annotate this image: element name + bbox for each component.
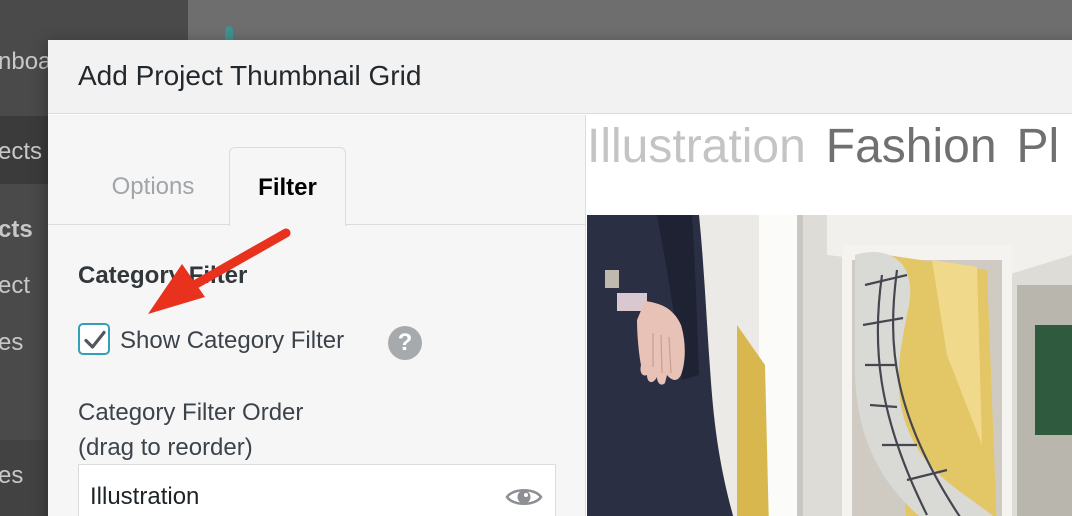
show-category-filter-label[interactable]: Show Category Filter [120, 327, 344, 355]
preview-category-filter: Illustration Fashion Pl [587, 119, 1072, 174]
background-sidebar-text: es [0, 462, 24, 489]
tab-options[interactable]: Options [78, 147, 228, 226]
tab-filter[interactable]: Filter [229, 147, 346, 226]
section-title: Category Filter [78, 262, 248, 289]
background-sidebar-text: ects [0, 138, 43, 165]
modal-dialog: Add Project Thumbnail Grid Options Filte… [48, 40, 1072, 516]
category-filter-order-label: Category Filter Order (drag to reorder) [78, 395, 303, 465]
order-label-line1: Category Filter Order [78, 399, 304, 426]
show-category-filter-checkbox[interactable] [78, 323, 110, 355]
preview-filter-item[interactable]: Pl [1017, 119, 1060, 174]
preview-filter-item[interactable]: Illustration [587, 119, 806, 174]
sortable-category-item[interactable]: Illustration [78, 464, 556, 516]
checkmark-icon [84, 330, 106, 349]
background-sidebar-text: nboa [0, 48, 52, 75]
settings-panel: Options Filter Category Filter Show Cate… [48, 115, 586, 516]
project-thumbnail-image[interactable] [587, 215, 1072, 516]
tab-bar: Options Filter [48, 115, 586, 226]
background-sidebar-text: ect [0, 272, 31, 299]
modal-title: Add Project Thumbnail Grid [78, 60, 422, 91]
modal-header: Add Project Thumbnail Grid [48, 40, 1072, 114]
background-accent [225, 26, 233, 40]
background-sidebar-text: cts [0, 216, 33, 243]
grid-preview: Illustration Fashion Pl [587, 115, 1072, 516]
preview-filter-item[interactable]: Fashion [826, 119, 997, 174]
sortable-category-label: Illustration [90, 483, 200, 510]
background-sidebar-text: es [0, 329, 24, 356]
help-icon[interactable]: ? [388, 326, 422, 360]
order-label-line2: (drag to reorder) [78, 434, 253, 461]
eye-icon[interactable] [505, 485, 543, 509]
